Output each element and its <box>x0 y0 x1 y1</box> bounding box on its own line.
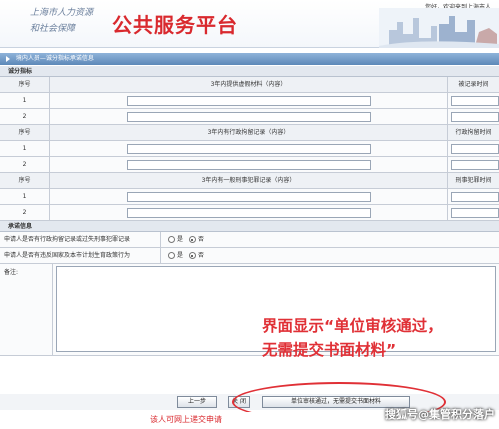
org-line-1: 上海市人力资源 <box>30 8 94 18</box>
form-area: 诚分指标 序号 3年内提供虚假材料（内容） 被记录时间 1 2 序号 3年内有行… <box>0 66 499 356</box>
content-input[interactable] <box>127 112 371 122</box>
commitment-row: 申请人是否有行政拘留记录或过失刑事犯罪记录 是 否 <box>0 232 499 248</box>
play-arrow-icon <box>6 55 10 62</box>
radio-yes[interactable] <box>168 252 175 259</box>
table-row: 2 <box>0 109 499 125</box>
date-cell <box>448 189 499 204</box>
table-row: 1 <box>0 141 499 157</box>
content-input[interactable] <box>127 96 371 106</box>
content-cell <box>50 109 448 124</box>
table-row: 1 <box>0 189 499 205</box>
org-name: 上海市人力资源 和社会保障 <box>30 5 110 37</box>
section-title-bar: 境内人员—诚分指标承诺信息 <box>0 53 499 65</box>
side-header: 被记录时间 <box>458 81 489 88</box>
skyline-illustration-icon <box>379 8 499 48</box>
table-row: 2 <box>0 205 499 221</box>
app-header: 上海市人力资源 和社会保障 公共服务平台 您好，欢迎来到上海市人 <box>0 0 499 48</box>
content-cell <box>50 189 448 204</box>
score-section-header: 诚分指标 <box>0 66 499 77</box>
table-header-row: 序号 3年内有行政拘留记录（内容） 行政拘留时间 <box>0 125 499 141</box>
table-header-row: 序号 3年内有一般刑事犯罪记录（内容） 刑事犯罪时间 <box>0 173 499 189</box>
date-cell <box>448 141 499 156</box>
date-input[interactable] <box>451 112 499 122</box>
section-title: 境内人员—诚分指标承诺信息 <box>15 55 94 62</box>
notes-label: 备注: <box>4 269 19 276</box>
footer-note: 该人可网上递交申请 <box>150 415 222 424</box>
date-cell <box>448 109 499 124</box>
row-index: 1 <box>0 93 50 108</box>
date-cell <box>448 157 499 172</box>
row-index: 1 <box>0 189 50 204</box>
previous-step-button[interactable]: 上一步 <box>177 396 217 408</box>
idx-header: 序号 <box>0 173 50 188</box>
date-input[interactable] <box>451 144 499 154</box>
date-input[interactable] <box>451 208 499 218</box>
radio-yes-label: 是 <box>177 236 184 243</box>
side-header: 刑事犯罪时间 <box>455 177 492 184</box>
row-index: 1 <box>0 141 50 156</box>
platform-title: 公共服务平台 <box>112 13 238 37</box>
idx-header: 序号 <box>0 125 50 140</box>
idx-header: 序号 <box>0 77 50 92</box>
radio-no[interactable] <box>188 252 196 259</box>
row-index: 2 <box>0 205 50 220</box>
notes-textarea[interactable] <box>56 266 496 352</box>
notes-row: 备注: <box>0 264 499 356</box>
content-input[interactable] <box>127 144 371 154</box>
table-header-row: 序号 3年内提供虚假材料（内容） 被记录时间 <box>0 77 499 93</box>
commitment-label: 申请人是否有违反国家及本市计划生育政策行为 <box>4 252 131 259</box>
row-index: 2 <box>0 109 50 124</box>
main-header: 3年内有行政拘留记录（内容） <box>50 125 448 140</box>
radio-yes[interactable] <box>168 236 175 243</box>
row-index: 2 <box>0 157 50 172</box>
radio-no[interactable] <box>188 236 196 243</box>
date-input[interactable] <box>451 192 499 202</box>
main-header: 3年内提供虚假材料（内容） <box>50 77 448 92</box>
content-input[interactable] <box>127 208 371 218</box>
date-input[interactable] <box>451 96 499 106</box>
date-cell <box>448 205 499 220</box>
main-header: 3年内有一般刑事犯罪记录（内容） <box>50 173 448 188</box>
commitment-row: 申请人是否有违反国家及本市计划生育政策行为 是 否 <box>0 248 499 264</box>
content-cell <box>50 93 448 108</box>
content-cell <box>50 157 448 172</box>
content-input[interactable] <box>127 192 371 202</box>
content-cell <box>50 141 448 156</box>
commitment-label: 申请人是否有行政拘留记录或过失刑事犯罪记录 <box>4 236 131 243</box>
radio-no-label: 否 <box>197 252 204 259</box>
commitment-section-header: 承诺信息 <box>0 221 499 232</box>
radio-yes-label: 是 <box>177 252 184 259</box>
side-header: 行政拘留时间 <box>455 129 492 136</box>
table-row: 2 <box>0 157 499 173</box>
yes-no-options: 是 否 <box>164 248 204 264</box>
date-cell <box>448 93 499 108</box>
table-row: 1 <box>0 93 499 109</box>
radio-no-label: 否 <box>197 236 204 243</box>
watermark: 搜狐号@集管积分落户 <box>385 408 495 421</box>
org-line-2: 和社会保障 <box>30 24 76 34</box>
date-input[interactable] <box>451 160 499 170</box>
yes-no-options: 是 否 <box>164 232 204 248</box>
content-input[interactable] <box>127 160 371 170</box>
content-cell <box>50 205 448 220</box>
